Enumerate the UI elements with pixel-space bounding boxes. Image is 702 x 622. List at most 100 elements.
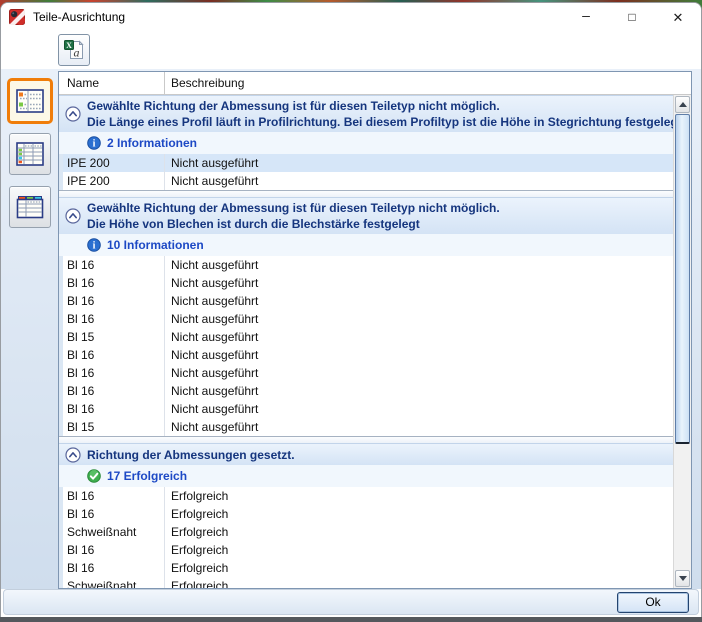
scroll-up-button[interactable]: [675, 96, 690, 113]
table-row[interactable]: Bl 16Nicht ausgeführt: [59, 256, 673, 274]
excel-export-icon: X a: [63, 39, 85, 61]
table-row[interactable]: Bl 16Nicht ausgeführt: [59, 292, 673, 310]
table-row[interactable]: SchweißnahtErfolgreich: [59, 577, 673, 588]
view-tabbed-button[interactable]: [9, 186, 51, 228]
maximize-button[interactable]: □: [609, 3, 655, 31]
cell-name: Bl 16: [63, 364, 165, 382]
caption-buttons: – □ ✕: [563, 3, 701, 31]
cell-description: Erfolgreich: [165, 505, 673, 523]
svg-text:i: i: [93, 241, 96, 252]
view-mode-sidebar: [1, 69, 58, 589]
cell-name: Bl 16: [63, 505, 165, 523]
app-icon: [9, 9, 25, 25]
cell-name: Bl 16: [63, 400, 165, 418]
cell-name: Bl 15: [63, 418, 165, 436]
group-header: Richtung der Abmessungen gesetzt.: [59, 443, 673, 465]
column-header-beschreibung[interactable]: Beschreibung: [165, 72, 691, 94]
group-header: Gewählte Richtung der Abmessung ist für …: [59, 95, 673, 132]
cell-description: Nicht ausgeführt: [165, 418, 673, 436]
group-title-line: Gewählte Richtung der Abmessung ist für …: [87, 200, 673, 216]
svg-text:i: i: [93, 139, 96, 150]
table-row[interactable]: Bl 16Nicht ausgeführt: [59, 400, 673, 418]
close-button[interactable]: ✕: [655, 3, 701, 31]
vertical-scrollbar: [673, 95, 691, 588]
footer-bar: Ok: [3, 589, 699, 615]
maximize-icon: □: [628, 11, 635, 23]
table-row[interactable]: Bl 16Erfolgreich: [59, 559, 673, 577]
dialog-teile-ausrichtung: Teile-Ausrichtung – □ ✕ X a: [0, 2, 702, 617]
scroll-down-button[interactable]: [675, 570, 690, 587]
column-header-name[interactable]: Name: [59, 72, 165, 94]
toolbar: X a: [1, 31, 701, 69]
table-header: Name Beschreibung: [59, 72, 691, 95]
cell-name: Bl 16: [63, 559, 165, 577]
minimize-button[interactable]: –: [563, 3, 609, 31]
cell-name: Bl 16: [63, 487, 165, 505]
group-separator: [59, 190, 673, 197]
table-row[interactable]: IPE 200 Nicht ausgeführt: [59, 154, 673, 172]
table-row[interactable]: Bl 16Erfolgreich: [59, 487, 673, 505]
cell-name: Bl 16: [63, 256, 165, 274]
table-row[interactable]: Bl 16Erfolgreich: [59, 505, 673, 523]
results-table: Name Beschreibung Gewählte R: [58, 71, 692, 589]
table-row[interactable]: IPE 200 Nicht ausgeführt: [59, 172, 673, 190]
grouped-table-icon: [16, 89, 44, 113]
cell-description: Nicht ausgeführt: [165, 172, 673, 190]
cell-description: Nicht ausgeführt: [165, 382, 673, 400]
svg-text:X: X: [66, 41, 72, 50]
cell-description: Erfolgreich: [165, 577, 673, 588]
table-row[interactable]: Bl 15Nicht ausgeführt: [59, 328, 673, 346]
cell-description: Erfolgreich: [165, 487, 673, 505]
flat-list-icon: [16, 142, 44, 166]
export-excel-button[interactable]: X a: [58, 34, 90, 66]
table-body-wrap: Gewählte Richtung der Abmessung ist für …: [59, 95, 691, 588]
collapse-group-button[interactable]: [65, 208, 81, 224]
cell-name: Bl 16: [63, 274, 165, 292]
ok-button[interactable]: Ok: [617, 592, 689, 613]
group-status: i 10 Informationen: [59, 234, 673, 256]
cell-name: Bl 15: [63, 328, 165, 346]
cell-name: IPE 200: [63, 154, 165, 172]
group-header: Gewählte Richtung der Abmessung ist für …: [59, 197, 673, 234]
view-grouped-button[interactable]: [7, 78, 53, 124]
cell-description: Nicht ausgeführt: [165, 292, 673, 310]
group-title-line: Die Länge eines Profil läuft in Profilri…: [87, 114, 673, 130]
table-row[interactable]: SchweißnahtErfolgreich: [59, 523, 673, 541]
collapse-group-button[interactable]: [65, 106, 81, 122]
cell-name: Bl 16: [63, 541, 165, 559]
group-title-line: Die Höhe von Blechen ist durch die Blech…: [87, 216, 673, 232]
cell-name: Bl 16: [63, 310, 165, 328]
cell-description: Erfolgreich: [165, 559, 673, 577]
info-icon: i: [87, 238, 101, 252]
group-title-line: Gewählte Richtung der Abmessung ist für …: [87, 98, 673, 114]
cell-description: Nicht ausgeführt: [165, 256, 673, 274]
table-row[interactable]: Bl 16Nicht ausgeführt: [59, 346, 673, 364]
cell-description: Nicht ausgeführt: [165, 328, 673, 346]
group-status-label: 17 Erfolgreich: [107, 469, 187, 483]
table-row[interactable]: Bl 16Nicht ausgeführt: [59, 274, 673, 292]
cell-description: Nicht ausgeführt: [165, 154, 673, 172]
success-icon: [87, 469, 101, 483]
arrow-up-icon: [679, 102, 687, 107]
group-status: i 2 Informationen: [59, 132, 673, 154]
cell-description: Erfolgreich: [165, 541, 673, 559]
minimize-icon: –: [582, 8, 590, 22]
window-title: Teile-Ausrichtung: [33, 10, 125, 24]
scrollbar-thumb[interactable]: [675, 114, 690, 444]
group-status: 17 Erfolgreich: [59, 465, 673, 487]
tabbed-table-icon: [16, 195, 44, 219]
table-row[interactable]: Bl 15Nicht ausgeführt: [59, 418, 673, 436]
table-row[interactable]: Bl 16Nicht ausgeführt: [59, 310, 673, 328]
table-row[interactable]: Bl 16Erfolgreich: [59, 541, 673, 559]
group-separator: [59, 436, 673, 443]
scrollbar-track[interactable]: [674, 444, 691, 569]
table-row[interactable]: Bl 16Nicht ausgeführt: [59, 382, 673, 400]
info-icon: i: [87, 136, 101, 150]
group-status-label: 2 Informationen: [107, 136, 197, 150]
collapse-group-button[interactable]: [65, 447, 81, 463]
cell-description: Nicht ausgeführt: [165, 346, 673, 364]
cell-name: Bl 16: [63, 382, 165, 400]
table-row[interactable]: Bl 16Nicht ausgeführt: [59, 364, 673, 382]
view-list-button[interactable]: [9, 133, 51, 175]
svg-text:a: a: [74, 46, 80, 60]
